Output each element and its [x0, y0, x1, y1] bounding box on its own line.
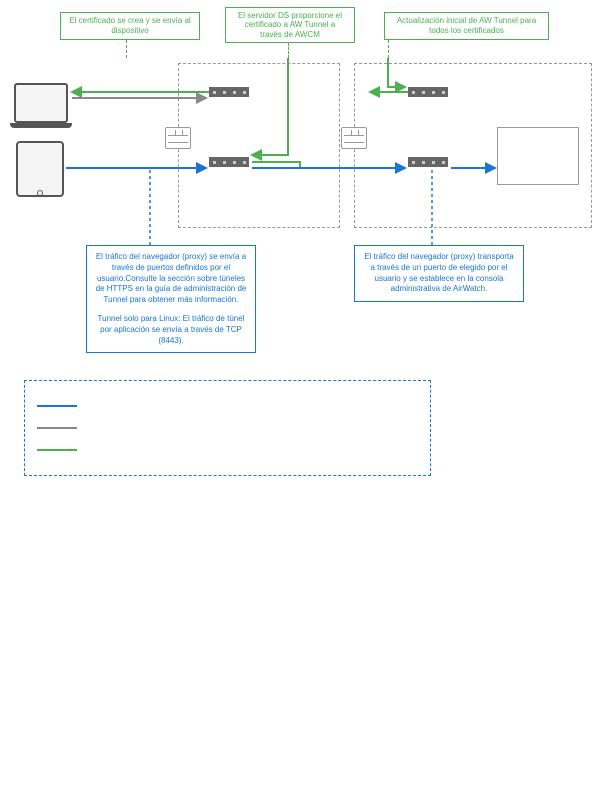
callout-left-p2: Tunnel solo para Linux: El tráfico de tú…	[93, 314, 249, 346]
legend-row-green	[37, 443, 418, 457]
callout-left-p1: El tráfico del navegador (proxy) se enví…	[93, 252, 249, 306]
callout-right-p: El tráfico del navegador (proxy) transpo…	[361, 252, 517, 295]
connections	[0, 0, 612, 240]
callout-left: El tráfico del navegador (proxy) se enví…	[86, 245, 256, 353]
legend-swatch-gray	[37, 427, 77, 429]
legend-row-blue	[37, 399, 418, 413]
legend-swatch-blue	[37, 405, 77, 407]
legend-row-gray	[37, 421, 418, 435]
legend-box	[24, 380, 431, 476]
legend-swatch-green	[37, 449, 77, 451]
callout-right: El tráfico del navegador (proxy) transpo…	[354, 245, 524, 302]
